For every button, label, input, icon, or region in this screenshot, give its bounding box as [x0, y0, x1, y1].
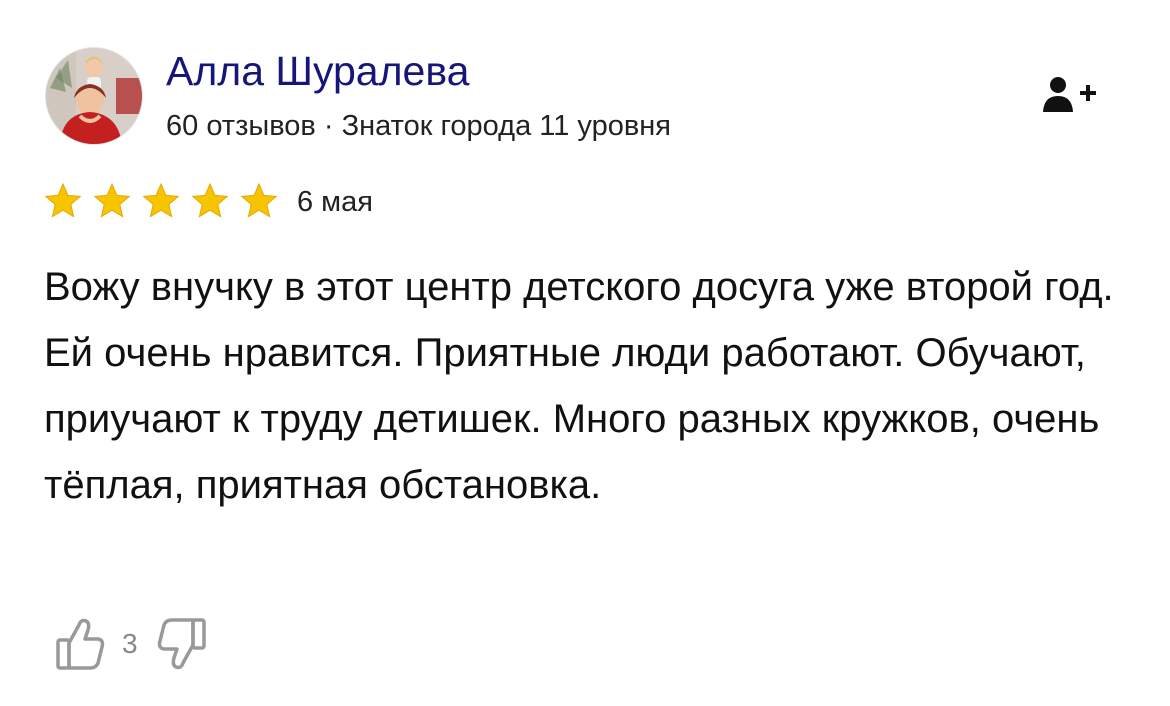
like-count: 3 — [122, 628, 138, 659]
dislike-button[interactable] — [152, 612, 212, 676]
star-icon — [93, 182, 131, 218]
star-icon — [191, 182, 229, 218]
review-reactions: 3 — [50, 612, 212, 676]
star-icon — [44, 182, 82, 218]
author-name[interactable]: Алла Шуралева — [166, 46, 469, 96]
star-icon — [142, 182, 180, 218]
add-user-icon — [1043, 77, 1096, 112]
thumbs-down-icon — [157, 618, 206, 670]
avatar[interactable] — [46, 48, 142, 144]
review-card: Алла Шуралева 60 отзывов · Знаток города… — [0, 0, 1170, 706]
author-meta: 60 отзывов · Знаток города 11 уровня — [166, 110, 671, 142]
review-text: Вожу внучку в этот центр детского досуга… — [44, 265, 1114, 507]
review-date: 6 мая — [297, 186, 373, 218]
subscribe-button[interactable] — [1040, 74, 1100, 118]
avatar-photo — [46, 48, 142, 144]
thumbs-up-icon — [56, 618, 105, 670]
star-icon — [240, 182, 278, 218]
rating-stars — [44, 180, 289, 222]
like-button[interactable] — [50, 612, 110, 676]
